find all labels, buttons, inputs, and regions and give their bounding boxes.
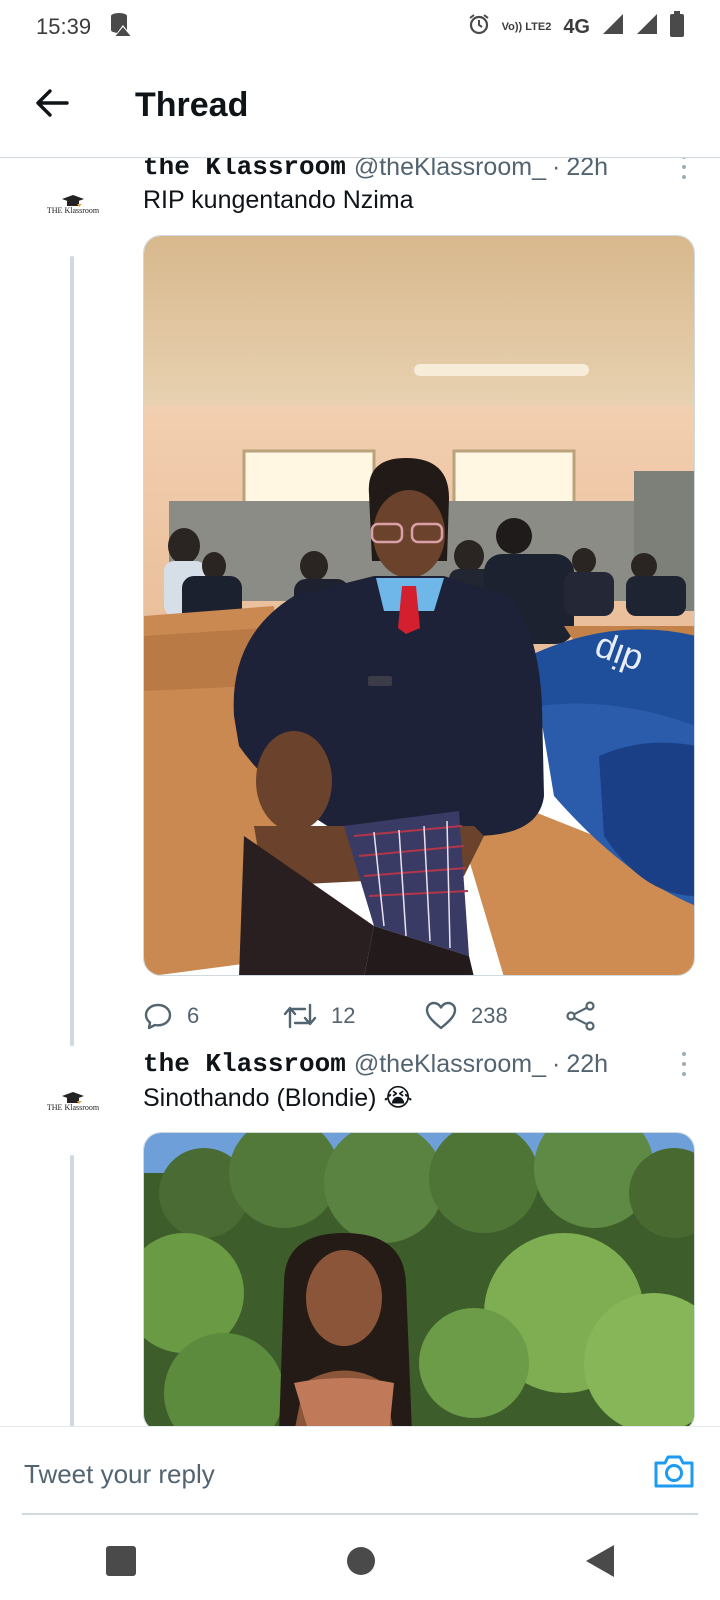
reply-icon <box>143 1001 173 1031</box>
tweet-time[interactable]: 22h <box>566 1050 608 1079</box>
arrow-left-icon <box>35 88 69 123</box>
tweet-media-photo[interactable]: dip <box>143 235 695 976</box>
heart-icon <box>425 1001 457 1031</box>
tweet-text: Sinothando (Blondie) 😭 <box>143 1084 413 1112</box>
separator-dot: · <box>551 158 561 181</box>
reply-input[interactable] <box>22 1445 624 1503</box>
tweet-header: the Klassroom @theKlassroom_ · 22h <box>143 158 608 184</box>
alarm-icon <box>468 13 490 41</box>
avatar[interactable]: THE Klassroom <box>44 176 102 234</box>
home-button[interactable] <box>346 1547 375 1575</box>
share-icon <box>565 1001 597 1031</box>
tweet-header: the Klassroom @theKlassroom_ · 22h <box>143 1047 608 1081</box>
outdoor-photo <box>144 1133 694 1426</box>
status-time: 15:39 <box>36 14 92 39</box>
avatar[interactable]: THE Klassroom <box>44 1073 102 1131</box>
reply-bar <box>0 1426 720 1523</box>
author-handle[interactable]: @theKlassroom_ <box>354 158 546 182</box>
tweet[interactable]: THE Klassroom the Klassroom @theKlassroo… <box>0 1049 720 1426</box>
tweet-actions: 6 12 238 <box>143 994 663 1038</box>
camera-icon <box>653 1455 695 1493</box>
retweet-button[interactable]: 12 <box>283 1001 425 1031</box>
status-bar: 15:39 Vo)) LTE2 4G <box>0 0 720 54</box>
thread-header: Thread <box>0 54 720 158</box>
tweet[interactable]: THE Klassroom the Klassroom @theKlassroo… <box>0 158 720 1055</box>
separator-dot: · <box>551 1049 561 1078</box>
database-warning-icon <box>109 11 133 43</box>
network-type: 4G <box>563 15 590 38</box>
page-title: Thread <box>135 86 249 124</box>
thread-feed[interactable]: THE Klassroom the Klassroom @theKlassroo… <box>0 158 720 1426</box>
tweet-time[interactable]: 22h <box>566 158 608 182</box>
status-right: Vo)) LTE2 4G <box>468 11 684 43</box>
volte-indicator: Vo)) LTE2 <box>501 20 552 33</box>
camera-button[interactable] <box>653 1453 695 1494</box>
more-options-button[interactable] <box>674 1049 694 1079</box>
avatar-text: THE Klassroom <box>46 206 100 215</box>
share-button[interactable] <box>565 1001 597 1031</box>
like-count: 238 <box>471 1003 508 1028</box>
tweet-text: RIP kungentando Nzima <box>143 186 414 214</box>
author-handle[interactable]: @theKlassroom_ <box>354 1050 546 1079</box>
tweet-media-photo[interactable] <box>143 1132 695 1426</box>
thread-connector-line <box>70 1155 74 1426</box>
like-button[interactable]: 238 <box>425 1001 565 1031</box>
battery-icon <box>670 11 684 43</box>
system-navigation-bar <box>0 1522 720 1600</box>
retweet-count: 12 <box>331 1003 356 1028</box>
thread-connector-line <box>70 256 74 1046</box>
more-options-button[interactable] <box>674 158 694 182</box>
status-left: 15:39 <box>36 11 133 43</box>
signal-icon <box>636 13 658 41</box>
recents-button[interactable] <box>105 1546 136 1576</box>
reply-count: 6 <box>187 1003 200 1028</box>
signal-icon <box>602 13 624 41</box>
reply-button[interactable]: 6 <box>143 1001 283 1031</box>
avatar-text: THE Klassroom <box>46 1103 100 1112</box>
system-back-button[interactable] <box>586 1545 615 1577</box>
author-name[interactable]: the Klassroom <box>143 1049 346 1079</box>
classroom-photo: dip <box>144 236 694 975</box>
author-name[interactable]: the Klassroom <box>143 158 346 182</box>
back-button[interactable] <box>22 76 82 136</box>
retweet-icon <box>283 1001 317 1031</box>
reply-underline <box>22 1513 698 1515</box>
